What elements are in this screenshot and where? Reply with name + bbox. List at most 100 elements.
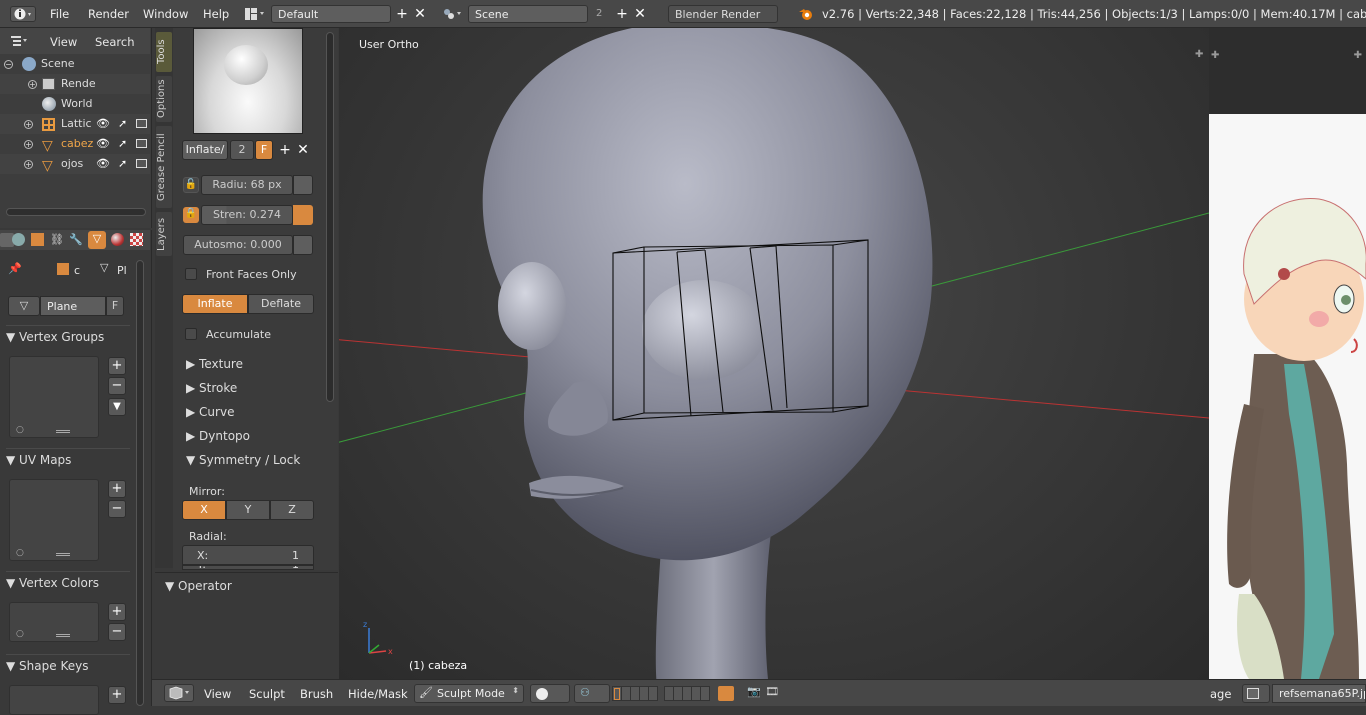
uv-maps-panel-header[interactable]: ▼ UV Maps xyxy=(6,448,130,470)
viewport-shading-select[interactable] xyxy=(530,684,570,703)
outliner-item-ojos[interactable]: + ▽ ojos 👁 ➚ xyxy=(0,154,150,174)
uv-maps-list[interactable]: ○ xyxy=(9,479,99,561)
texture-tab-icon[interactable] xyxy=(130,233,143,246)
add-uv-map-button[interactable]: + xyxy=(108,480,126,498)
add-shape-key-button[interactable]: + xyxy=(108,686,126,704)
outliner-item-cabeza[interactable]: + ▽ cabez 👁 ➚ xyxy=(0,134,150,154)
menu-window[interactable]: Window xyxy=(143,7,188,21)
remove-screen-icon[interactable]: ✕ xyxy=(412,5,428,23)
render-animation-icon[interactable]: 🎞 xyxy=(765,685,779,698)
dyntopo-section-header[interactable]: ▶ Dyntopo xyxy=(186,429,250,443)
layer-buttons-group-2[interactable] xyxy=(664,686,710,701)
outliner-search-menu[interactable]: Search xyxy=(95,35,135,49)
radial-y-field[interactable]: Y: 1 xyxy=(182,565,314,570)
outliner-item-render-layers[interactable]: + Rende xyxy=(0,74,150,94)
vertex-colors-list[interactable]: ○ xyxy=(9,602,99,642)
image-name-field[interactable]: refsemana65P.jpg xyxy=(1272,684,1366,703)
brush-name-field[interactable]: Inflate/ xyxy=(182,140,228,160)
new-brush-icon[interactable]: + xyxy=(277,141,293,159)
editor-type-3d-view-icon[interactable] xyxy=(164,684,194,702)
data-tab-icon[interactable]: ▽ xyxy=(88,231,106,249)
curve-section-header[interactable]: ▶ Curve xyxy=(186,405,234,419)
deflate-toggle[interactable]: Deflate xyxy=(248,294,314,314)
image-editor-menu-fragment[interactable]: age xyxy=(1210,687,1231,701)
vertex-groups-panel-header[interactable]: ▼ Vertex Groups xyxy=(6,325,130,347)
accumulate-checkbox[interactable] xyxy=(185,328,197,340)
radius-pressure-icon[interactable] xyxy=(293,175,313,195)
screen-layout-field[interactable]: Default xyxy=(271,5,391,23)
autosmooth-field[interactable]: Autosmo: 0.000 xyxy=(183,235,293,255)
scene-field[interactable]: Scene xyxy=(468,5,588,23)
renderable-camera-icon[interactable] xyxy=(136,159,147,168)
remove-uv-map-button[interactable]: − xyxy=(108,500,126,518)
vertex-groups-list[interactable]: ○ xyxy=(9,356,99,438)
selectable-cursor-icon[interactable]: ➚ xyxy=(118,154,127,174)
menu-help[interactable]: Help xyxy=(203,7,229,21)
expand-icon[interactable]: + xyxy=(28,80,37,89)
properties-scrollbar[interactable] xyxy=(136,260,144,706)
image-editor[interactable]: ✚ ✚ xyxy=(1209,28,1366,679)
info-editor-icon[interactable] xyxy=(10,6,36,22)
outliner-view-menu[interactable]: View xyxy=(50,35,77,49)
menu-file[interactable]: File xyxy=(50,7,69,21)
tab-options[interactable]: Options xyxy=(156,76,172,122)
list-grip-icon[interactable] xyxy=(56,430,70,433)
resize-handle-icon[interactable]: ○ xyxy=(16,425,24,435)
material-tab-icon[interactable] xyxy=(111,233,124,246)
menu-view[interactable]: View xyxy=(204,687,231,701)
mirror-x-toggle[interactable]: X xyxy=(182,500,226,520)
list-grip-icon[interactable] xyxy=(56,553,70,556)
lock-camera-layers-icon[interactable] xyxy=(718,686,734,701)
list-grip-icon[interactable] xyxy=(56,634,70,637)
brush-fake-user-button[interactable]: F xyxy=(255,140,273,160)
texture-section-header[interactable]: ▶ Texture xyxy=(186,357,243,371)
object-tab-icon[interactable] xyxy=(31,233,44,246)
selectable-cursor-icon[interactable]: ➚ xyxy=(118,134,127,154)
pivot-point-select[interactable]: ⚇ xyxy=(574,684,610,703)
vertex-colors-panel-header[interactable]: ▼ Vertex Colors xyxy=(6,571,130,593)
mirror-y-toggle[interactable]: Y xyxy=(226,500,270,520)
collapse-icon[interactable]: − xyxy=(4,60,13,69)
menu-render[interactable]: Render xyxy=(88,7,129,21)
brush-preview-thumbnail[interactable] xyxy=(193,28,303,134)
world-tab-icon[interactable] xyxy=(12,233,25,246)
outliner-item-scene[interactable]: − Scene xyxy=(0,54,150,74)
mirror-z-toggle[interactable]: Z xyxy=(270,500,314,520)
modifiers-tab-icon[interactable]: 🔧 xyxy=(69,233,83,246)
unlink-brush-icon[interactable]: ✕ xyxy=(295,141,311,159)
radial-x-field[interactable]: X: 1 xyxy=(182,545,314,565)
pin-icon[interactable]: 📌 xyxy=(8,262,22,275)
add-screen-icon[interactable]: + xyxy=(394,5,410,23)
render-image-icon[interactable]: 📷 xyxy=(747,685,761,698)
brush-users-count[interactable]: 2 xyxy=(230,140,254,160)
radius-field[interactable]: Radiu: 68 px xyxy=(201,175,293,195)
menu-sculpt[interactable]: Sculpt xyxy=(249,687,285,701)
remove-vertex-color-button[interactable]: − xyxy=(108,623,126,641)
menu-hide-mask[interactable]: Hide/Mask xyxy=(348,687,408,701)
tab-grease-pencil[interactable]: Grease Pencil xyxy=(156,126,172,208)
render-engine-select[interactable]: Blender Render xyxy=(668,5,778,23)
menu-brush[interactable]: Brush xyxy=(300,687,333,701)
constraints-tab-icon[interactable]: ⛓ xyxy=(50,233,64,246)
mode-select[interactable]: 🖌 Sculpt Mode ⬍ xyxy=(414,684,524,703)
operator-panel-header[interactable]: ▼ Operator xyxy=(165,579,232,593)
front-faces-only-checkbox[interactable] xyxy=(185,268,197,280)
vertex-group-specials-button[interactable]: ▼ xyxy=(108,398,126,416)
radius-unit-lock-icon[interactable]: 🔓 xyxy=(183,177,199,193)
add-vertex-color-button[interactable]: + xyxy=(108,603,126,621)
expand-icon[interactable]: + xyxy=(24,120,33,129)
mesh-datablock-selector[interactable]: ▽ xyxy=(8,296,40,316)
strength-field[interactable]: Stren: 0.274 xyxy=(201,205,293,225)
autosmooth-pressure-icon[interactable] xyxy=(293,235,313,255)
area-split-corner-icon[interactable]: ✚ xyxy=(1211,50,1219,61)
tab-tools[interactable]: Tools xyxy=(156,32,172,72)
strength-unified-lock-icon[interactable]: 🔒 xyxy=(183,207,199,223)
remove-scene-icon[interactable]: ✕ xyxy=(632,5,648,23)
remove-vertex-group-button[interactable]: − xyxy=(108,377,126,395)
layer-buttons-group-1[interactable] xyxy=(612,686,658,701)
3d-viewport[interactable]: User Ortho ✚ z x (1) cabeza xyxy=(339,28,1209,679)
expand-icon[interactable]: + xyxy=(24,140,33,149)
renderable-camera-icon[interactable] xyxy=(136,139,147,148)
add-scene-icon[interactable]: + xyxy=(614,5,630,23)
resize-handle-icon[interactable]: ○ xyxy=(16,548,24,558)
